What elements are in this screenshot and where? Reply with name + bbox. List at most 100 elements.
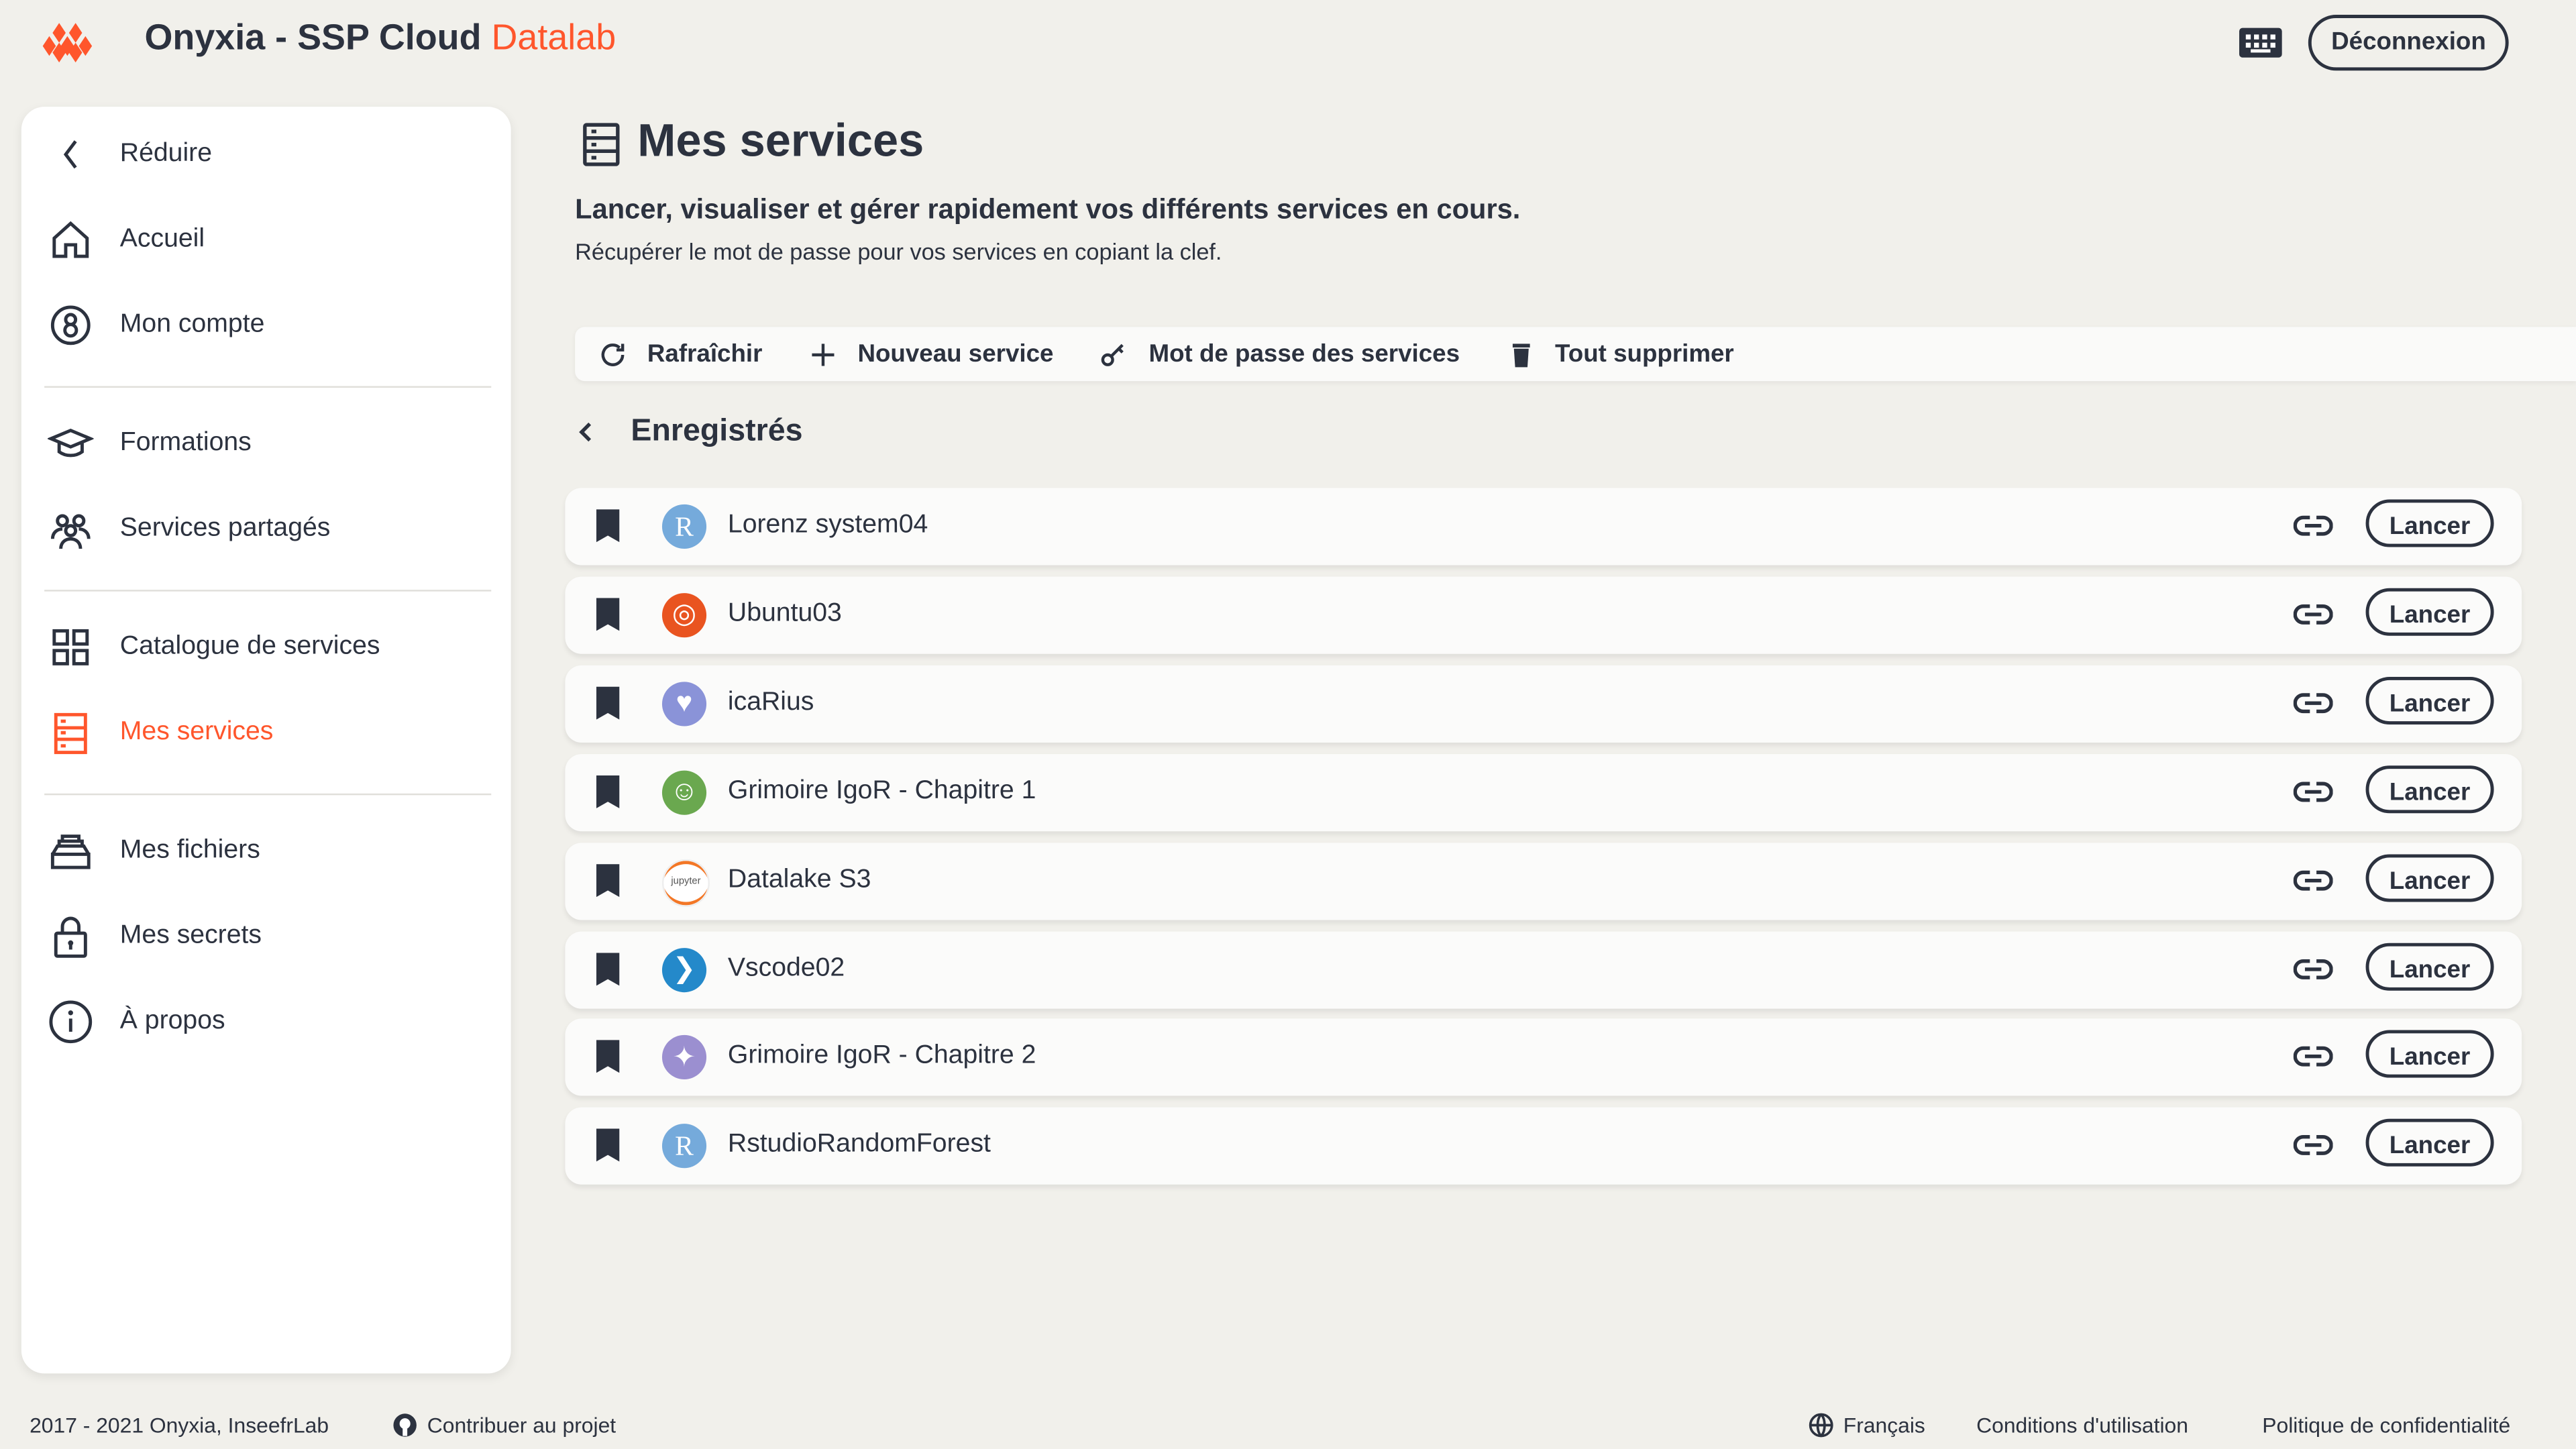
sidebar-item-label: À propos <box>119 1007 225 1035</box>
link-icon[interactable] <box>2293 688 2333 718</box>
services-icon <box>54 712 87 755</box>
sidebar-item-account[interactable]: Mon compte <box>48 303 264 349</box>
link-icon[interactable] <box>2293 1131 2333 1161</box>
delete-all-label: Tout supprimer <box>1555 339 1734 368</box>
sidebar-item-chevron-left[interactable]: Réduire <box>48 131 212 178</box>
refresh-button[interactable]: Rafraîchir <box>598 339 762 369</box>
service-name: Datalake S3 <box>727 865 871 894</box>
service-name: icaRius <box>727 688 814 716</box>
brand-ssp: SSP Cloud <box>297 16 482 58</box>
bookmark-icon[interactable] <box>595 686 621 720</box>
app: Onyxia - SSP Cloud Datalab Déconnexion R… <box>0 0 2576 1449</box>
logout-button[interactable]: Déconnexion <box>2308 15 2510 71</box>
contribute-link[interactable]: Contribuer au projet <box>392 1413 616 1438</box>
home-icon <box>52 221 89 258</box>
sidebar: Réduire Accueil Mon compte Formations Servic… <box>21 107 511 1374</box>
service-name: RstudioRandomForest <box>727 1130 991 1159</box>
info-icon <box>49 1000 93 1044</box>
services-password-button[interactable]: Mot de passe des services <box>1099 339 1460 369</box>
page-subtitle: Lancer, visualiser et gérer rapidement v… <box>575 193 1521 225</box>
grid-icon <box>52 629 89 665</box>
bookmark-icon[interactable] <box>595 509 621 543</box>
refresh-icon <box>601 342 625 366</box>
sidebar-item-services[interactable]: Mes services <box>48 710 273 756</box>
launch-button[interactable]: Lancer <box>2365 499 2494 547</box>
sidebar-item-info[interactable]: À propos <box>48 999 225 1045</box>
bookmark-icon[interactable] <box>595 1040 621 1074</box>
sidebar-item-graduation-cap[interactable]: Formations <box>48 421 252 467</box>
service-row: ✦ Grimoire IgoR - Chapitre 2 Lancer <box>565 1019 2522 1097</box>
launch-button[interactable]: Lancer <box>2365 942 2494 990</box>
sidebar-item-home[interactable]: Accueil <box>48 217 205 263</box>
launch-button[interactable]: Lancer <box>2365 588 2494 636</box>
privacy-link[interactable]: Politique de confidentialité <box>2262 1413 2510 1438</box>
pixel-bird-icon: ✦ <box>661 1035 707 1080</box>
bookmark-icon[interactable] <box>595 863 621 897</box>
sidebar-item-people[interactable]: Services partagés <box>48 506 330 552</box>
launch-button[interactable]: Lancer <box>2365 1030 2494 1079</box>
jupyter-icon: jupyter <box>661 858 710 906</box>
page-title: Mes services <box>637 115 924 166</box>
new-service-label: Nouveau service <box>857 339 1054 368</box>
service-name: Ubuntu03 <box>727 599 842 628</box>
sidebar-item-label: Mon compte <box>119 310 265 339</box>
sidebar-item-grid[interactable]: Catalogue de services <box>48 625 380 671</box>
brand-onyxia: Onyxia - <box>144 16 298 58</box>
graduation-cap-icon <box>48 428 94 458</box>
service-name: Vscode02 <box>727 953 845 982</box>
github-icon <box>393 1413 417 1437</box>
key-icon <box>1102 343 1124 366</box>
sidebar-item-lock[interactable]: Mes secrets <box>48 914 262 960</box>
globe-icon <box>1809 1413 1833 1438</box>
delete-all-button[interactable]: Tout supprimer <box>1506 339 1734 369</box>
sidebar-divider <box>44 793 492 796</box>
chevron-left-icon <box>63 140 77 169</box>
trash-icon <box>1511 343 1529 367</box>
sidebar-item-label: Accueil <box>119 225 205 254</box>
launch-button[interactable]: Lancer <box>2365 853 2494 902</box>
toolbar: Rafraîchir Nouveau service Mot de passe … <box>575 327 2576 382</box>
account-icon <box>50 305 91 345</box>
bookmark-icon[interactable] <box>595 1129 621 1163</box>
service-name: Lorenz system04 <box>727 511 928 539</box>
sidebar-divider <box>44 386 492 388</box>
service-name: Grimoire IgoR - Chapitre 1 <box>727 776 1036 805</box>
contribute-label: Contribuer au projet <box>427 1413 616 1438</box>
link-icon[interactable] <box>2293 600 2333 629</box>
files-icon <box>50 835 91 869</box>
services-icon <box>583 123 620 166</box>
sidebar-item-files[interactable]: Mes fichiers <box>48 828 260 874</box>
new-service-button[interactable]: Nouveau service <box>808 339 1053 369</box>
saved-section-header[interactable]: Enregistrés <box>575 414 802 450</box>
pixel-hero-icon: ☺ <box>661 769 707 814</box>
rstudio-icon: R <box>661 1124 707 1169</box>
vscode-icon: ❯ <box>661 947 707 991</box>
refresh-label: Rafraîchir <box>647 339 763 368</box>
launch-button[interactable]: Lancer <box>2365 1119 2494 1167</box>
link-icon[interactable] <box>2293 865 2333 895</box>
link-icon[interactable] <box>2293 954 2333 983</box>
bookmark-icon[interactable] <box>595 952 621 985</box>
service-row: ❯ Vscode02 Lancer <box>565 930 2522 1008</box>
service-row: R RstudioRandomForest Lancer <box>565 1108 2522 1185</box>
bookmark-icon[interactable] <box>595 598 621 631</box>
ubuntu-icon: ◎ <box>661 592 707 637</box>
sidebar-item-label: Services partagés <box>119 514 331 543</box>
launch-button[interactable]: Lancer <box>2365 765 2494 813</box>
people-icon <box>50 514 91 549</box>
rstudio-icon: R <box>661 504 707 549</box>
launch-button[interactable]: Lancer <box>2365 676 2494 724</box>
link-icon[interactable] <box>2293 511 2333 541</box>
sidebar-item-label: Formations <box>119 429 252 457</box>
terms-link[interactable]: Conditions d'utilisation <box>1976 1413 2188 1438</box>
sidebar-item-label: Catalogue de services <box>119 632 380 661</box>
bookmark-icon[interactable] <box>595 775 621 808</box>
language-selector[interactable]: Français <box>1809 1413 1925 1438</box>
service-row: ♥ icaRius Lancer <box>565 665 2522 743</box>
icarius-icon: ♥ <box>661 681 707 726</box>
plus-icon <box>812 343 835 366</box>
link-icon[interactable] <box>2293 777 2333 806</box>
keyboard-icon[interactable] <box>2238 25 2284 61</box>
onyxia-logo[interactable] <box>42 23 102 63</box>
link-icon[interactable] <box>2293 1042 2333 1072</box>
